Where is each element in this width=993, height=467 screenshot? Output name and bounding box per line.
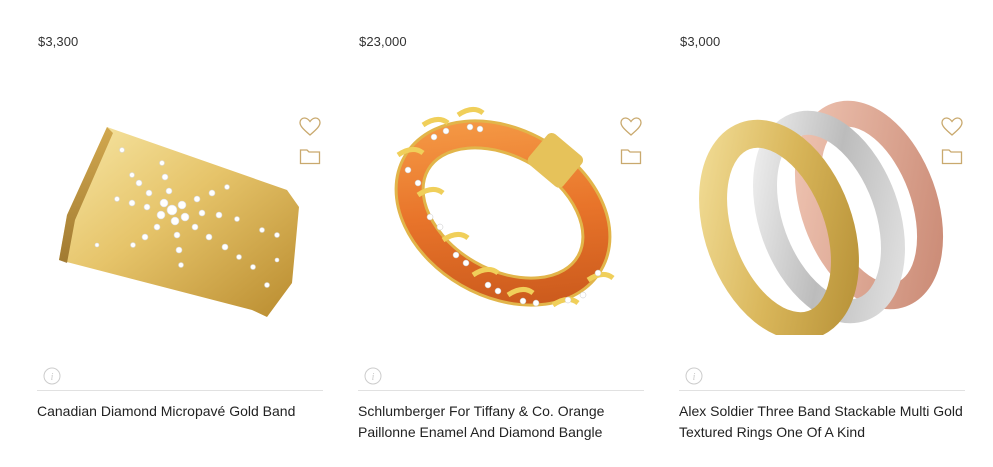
product-price: $3,300 <box>38 34 79 49</box>
product-card[interactable]: $3,000 i Alex Soldier Three Band Stackab… <box>679 0 965 467</box>
folder-icon[interactable] <box>620 147 644 169</box>
product-title[interactable]: Alex Soldier Three Band Stackable Multi … <box>679 401 965 443</box>
product-title[interactable]: Schlumberger For Tiffany & Co. Orange Pa… <box>358 401 644 443</box>
folder-icon[interactable] <box>941 147 965 169</box>
heart-icon[interactable] <box>620 117 644 139</box>
product-card[interactable]: $23,000 i Schlumberger For Tiffany & Co.… <box>358 0 644 467</box>
svg-text:i: i <box>372 372 375 383</box>
card-actions <box>941 117 965 177</box>
product-card[interactable]: $3,300 i Canadian Diamond Micropavé Gold… <box>37 0 323 467</box>
svg-text:i: i <box>693 372 696 383</box>
info-icon[interactable]: i <box>685 367 703 385</box>
info-icon[interactable]: i <box>364 367 382 385</box>
product-image-three-band-rings[interactable] <box>679 95 965 335</box>
card-actions <box>299 117 323 177</box>
product-price: $23,000 <box>359 34 407 49</box>
svg-text:i: i <box>51 372 54 383</box>
product-image-gold-cuff[interactable] <box>37 95 323 335</box>
heart-icon[interactable] <box>299 117 323 139</box>
divider <box>358 390 644 391</box>
folder-icon[interactable] <box>299 147 323 169</box>
product-title[interactable]: Canadian Diamond Micropavé Gold Band <box>37 401 323 422</box>
heart-icon[interactable] <box>941 117 965 139</box>
product-price: $3,000 <box>680 34 721 49</box>
info-icon[interactable]: i <box>43 367 61 385</box>
divider <box>679 390 965 391</box>
product-grid: $3,300 i Canadian Diamond Micropavé Gold… <box>0 0 993 467</box>
product-image-orange-bangle[interactable] <box>358 95 644 335</box>
divider <box>37 390 323 391</box>
card-actions <box>620 117 644 177</box>
